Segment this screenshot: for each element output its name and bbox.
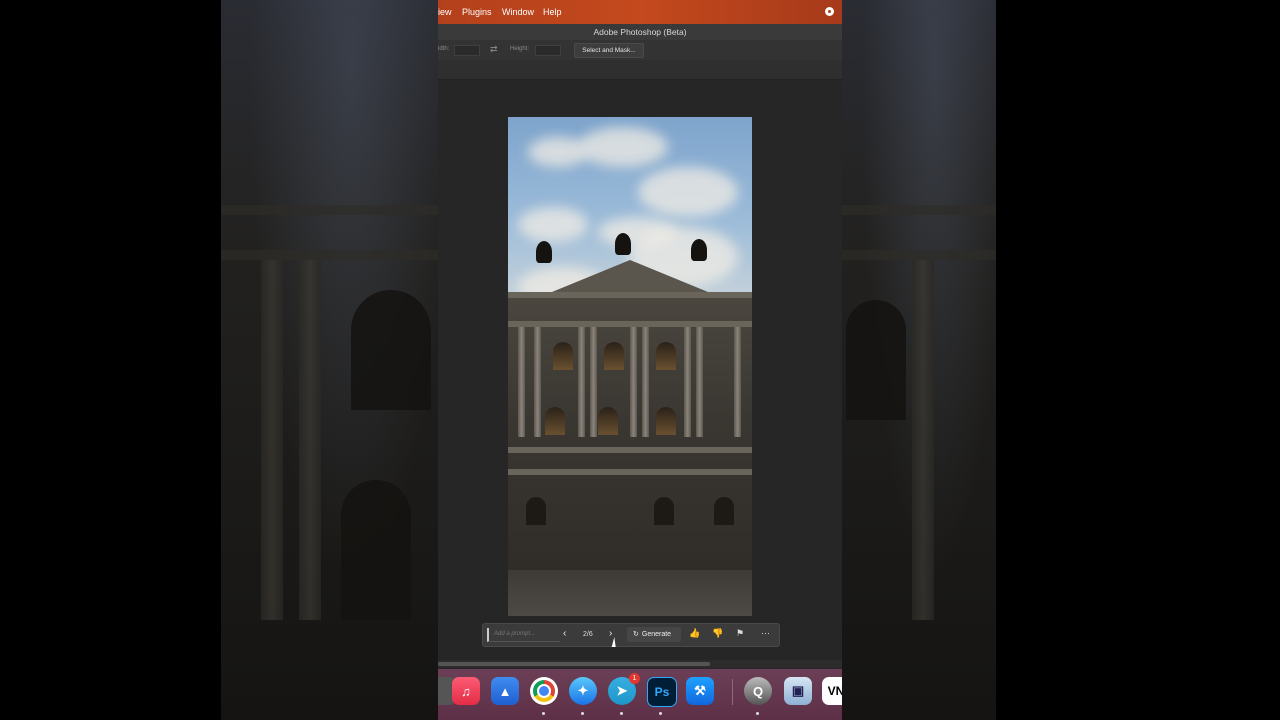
thumbs-up-icon[interactable]: 👍 [689, 628, 700, 639]
height-field[interactable] [535, 45, 561, 56]
height-label: Height: [510, 46, 530, 52]
width-label: idth: [438, 46, 450, 52]
menu-bar: iew Plugins Window Help [438, 0, 842, 24]
menu-window[interactable]: Window [502, 7, 534, 17]
document-tab-strip [438, 60, 842, 80]
running-indicator [542, 712, 545, 715]
background-blur-right [842, 0, 996, 720]
background-blur-left [221, 0, 438, 720]
previous-variation-icon[interactable]: ‹ [563, 629, 566, 639]
window-title: Adobe Photoshop (Beta) [438, 24, 842, 40]
arc-app-icon[interactable]: ▲ [491, 677, 519, 705]
refresh-icon: ↻ [633, 631, 639, 638]
options-bar: idth: ⇄ Height: Select and Mask... [438, 40, 842, 60]
chrome-app-icon[interactable] [530, 677, 558, 705]
swap-icon[interactable]: ⇄ [490, 44, 498, 55]
menu-help[interactable]: Help [543, 7, 562, 17]
photoshop-app-icon[interactable]: Ps [647, 677, 677, 707]
menu-plugins[interactable]: Plugins [462, 7, 492, 17]
horizontal-scrollbar[interactable] [438, 660, 842, 668]
xcode-app-icon[interactable]: ⚒ [686, 677, 714, 705]
running-indicator [620, 712, 623, 715]
thumbs-down-icon[interactable]: 👎 [712, 628, 723, 639]
running-indicator [756, 712, 759, 715]
document-canvas[interactable] [508, 117, 752, 616]
menu-view[interactable]: iew [438, 7, 452, 17]
record-indicator-icon[interactable] [825, 7, 834, 16]
music-app-icon[interactable]: ♫ [452, 677, 480, 705]
telegram-badge: 1 [629, 673, 640, 684]
quicktime-app-icon[interactable]: Q [744, 677, 772, 705]
running-indicator [659, 712, 662, 715]
next-variation-icon[interactable]: › [609, 629, 612, 639]
dock-separator [732, 679, 733, 705]
contextual-task-bar: Add a prompt... ‹ 2/6 › ↻ Generate 👍 👎 ⚑ … [482, 623, 780, 647]
flag-icon[interactable]: ⚑ [736, 628, 744, 639]
more-options-icon[interactable]: ⋯ [761, 628, 770, 639]
generate-label: Generate [641, 631, 672, 638]
select-and-mask-button[interactable]: Select and Mask... [574, 43, 644, 58]
vn-app-icon[interactable]: VN [822, 677, 842, 705]
telegram-app-icon[interactable]: ➤ 1 [608, 673, 640, 705]
running-indicator [581, 712, 584, 715]
generate-button[interactable]: ↻ Generate [627, 627, 681, 642]
variation-counter: 2/6 [583, 631, 593, 638]
safari-app-icon[interactable]: ✦ [569, 677, 597, 705]
width-field[interactable] [454, 45, 480, 56]
preview-app-icon[interactable]: ▣ [784, 677, 812, 705]
prompt-input[interactable]: Add a prompt... [487, 628, 560, 642]
photoshop-window: iew Plugins Window Help Adobe Photoshop … [438, 0, 842, 720]
dock: ♫ ▲ ✦ ➤ 1 Ps ⚒ Q ▣ VN [438, 669, 842, 720]
